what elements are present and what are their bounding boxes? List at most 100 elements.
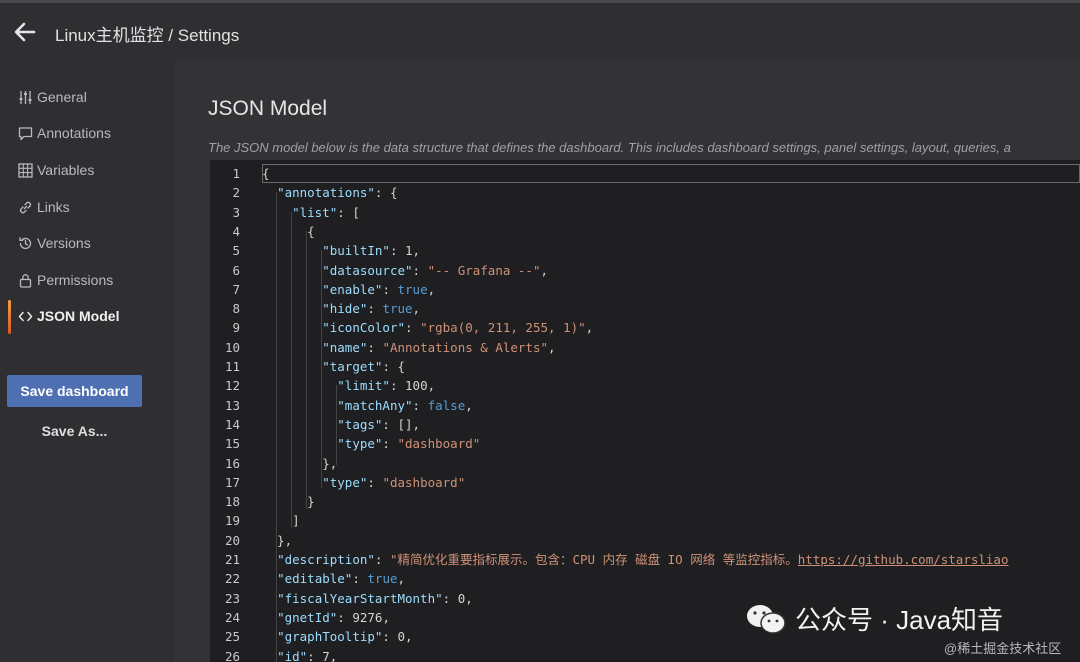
code-token: { [262, 223, 315, 239]
line-number: 16 [224, 455, 240, 471]
code-token: , [548, 339, 556, 355]
code-token: : [367, 474, 383, 490]
code-token: : [337, 609, 353, 625]
json-editor[interactable]: 1 2 3 4 5 6 7 8 9 10 11 12 13 14 15 16 17 18 19 20 21 22 23 24 2… [210, 160, 1080, 662]
line-number: 21 [224, 552, 240, 567]
code-line: "target": { [262, 357, 405, 376]
code-token: }, [262, 455, 338, 471]
code-token: true [367, 571, 398, 587]
code-token: : [389, 243, 406, 259]
code-token: : [352, 571, 368, 587]
section-heading: JSON Model [208, 97, 328, 120]
code-token: true [397, 281, 428, 297]
code-token: "graphTooltip" [277, 629, 383, 645]
code-token: , [405, 629, 413, 645]
code-line: "fiscalYearStartMonth": 0, [262, 589, 473, 608]
code-token: , [465, 590, 473, 606]
sidebar-item-links[interactable]: Links [0, 193, 170, 221]
sidebar-item-variables[interactable]: Variables [0, 156, 170, 184]
line-number: 14 [224, 416, 240, 432]
code-token[interactable]: https://github.com/starsliao [798, 552, 1009, 567]
sidebar-item-json-model[interactable]: JSON Model [0, 300, 170, 334]
code-token: "target" [322, 359, 383, 374]
code-token: : [ [337, 204, 360, 220]
sidebar-item-label: Links [37, 199, 70, 215]
code-token: , [397, 571, 406, 587]
code-line: "type": "dashboard" [262, 473, 465, 492]
code-token: "editable" [277, 571, 353, 587]
code-token: : [367, 339, 383, 355]
code-token: : [], [382, 416, 421, 432]
line-number: 11 [224, 359, 240, 374]
line-number: 23 [224, 590, 240, 606]
sidebar-item-general[interactable]: General [0, 83, 170, 111]
line-number: 2 [232, 185, 240, 201]
code-token: "gnetId" [277, 609, 338, 625]
code-area[interactable]: { "annotations": { "list": [ { "builtIn"… [262, 160, 1080, 662]
table-icon [17, 162, 33, 178]
line-number: 13 [224, 397, 240, 413]
code-line: "matchAny": false, [262, 396, 473, 415]
code-token: , [585, 320, 594, 336]
line-number: 7 [232, 281, 240, 297]
code-token: , [427, 378, 436, 394]
back-arrow-icon[interactable] [12, 19, 38, 45]
sidebar-item-label: Annotations [37, 125, 111, 141]
sidebar-item-permissions[interactable]: Permissions [0, 266, 170, 294]
code-token: "type" [322, 474, 368, 490]
code-token: "dashboard" [397, 436, 481, 452]
code-line: ] [262, 511, 300, 530]
line-number: 18 [224, 494, 240, 510]
code-line: "annotations": { [262, 183, 397, 202]
code-token: "datasource" [322, 262, 413, 278]
code-token: : [389, 378, 406, 394]
line-number: 1 [232, 166, 240, 181]
code-token: "limit" [337, 378, 390, 394]
save-dashboard-button[interactable]: Save dashboard [7, 375, 142, 407]
code-token: } [262, 494, 315, 510]
code-line: "type": "dashboard" [262, 434, 480, 453]
code-token: 100 [405, 378, 428, 394]
code-line: "description": "精简优化重要指标展示。包含：CPU 内存 磁盘 … [262, 550, 1008, 569]
main-content: JSON Model The JSON model below is the d… [174, 61, 1080, 662]
code-token: , [427, 281, 436, 297]
line-number: 4 [232, 223, 240, 239]
code-token: "fiscalYearStartMonth" [277, 590, 443, 606]
sidebar-item-annotations[interactable]: Annotations [0, 119, 170, 147]
line-number: 15 [224, 436, 240, 452]
comment-icon [17, 125, 33, 141]
code-line: "editable": true, [262, 569, 405, 588]
code-line: "gnetId": 9276, [262, 608, 390, 627]
line-number: 25 [224, 629, 240, 645]
code-line: { [262, 164, 270, 183]
code-token: , [412, 243, 421, 259]
code-token: : { [374, 185, 398, 201]
save-as-button[interactable]: Save As... [7, 416, 142, 446]
sidebar-item-versions[interactable]: Versions [0, 229, 170, 257]
sidebar-item-label: Permissions [37, 272, 114, 288]
code-token: "type" [337, 436, 383, 452]
code-token: ] [262, 513, 300, 529]
line-number: 26 [224, 648, 240, 662]
code-token: "annotations" [277, 185, 375, 201]
line-number-gutter: 1 2 3 4 5 6 7 8 9 10 11 12 13 14 15 16 17 18 19 20 21 22 23 24 2… [210, 160, 260, 662]
code-line: "builtIn": 1, [262, 241, 420, 260]
history-icon [17, 235, 33, 251]
code-token: }, [262, 532, 293, 548]
code-token: "精简优化重要指标展示。包含：CPU 内存 磁盘 IO 网络 等监控指标。 [389, 552, 798, 567]
code-token: "matchAny" [337, 397, 413, 413]
